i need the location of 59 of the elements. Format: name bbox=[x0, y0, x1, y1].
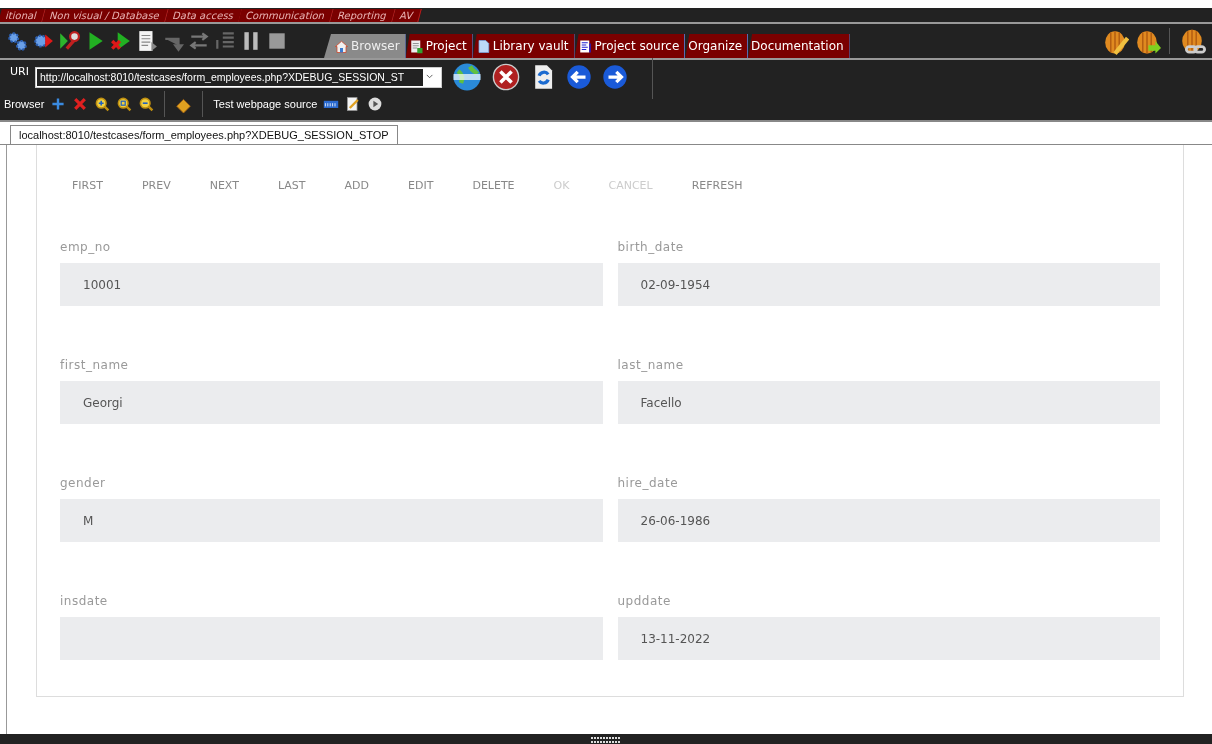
input-field[interactable]: 02-09-1954 bbox=[617, 263, 1160, 306]
close-icon[interactable] bbox=[72, 96, 89, 112]
play-icon[interactable] bbox=[367, 96, 384, 112]
view-tab[interactable]: Organize bbox=[685, 34, 749, 58]
toolbar-label: Browser bbox=[4, 98, 45, 110]
nav-button[interactable]: FIRST bbox=[56, 175, 119, 196]
field-label: birth_date bbox=[617, 240, 684, 254]
uri-label: URI bbox=[10, 65, 29, 78]
toolbar-label: Test webpage source bbox=[213, 98, 318, 110]
input-field[interactable]: Facello bbox=[617, 381, 1160, 424]
document-icon[interactable] bbox=[136, 30, 158, 52]
view-tab[interactable]: Project bbox=[405, 34, 473, 58]
field-label: gender bbox=[60, 476, 106, 490]
field-label: upddate bbox=[617, 594, 671, 608]
input-field[interactable]: Georgi bbox=[60, 381, 603, 424]
field-label: emp_no bbox=[60, 240, 111, 254]
gears-icon[interactable] bbox=[6, 30, 28, 52]
nav-button[interactable]: DELETE bbox=[456, 175, 531, 196]
palette-tab[interactable]: Communication bbox=[238, 9, 334, 22]
input-field[interactable]: 13-11-2022 bbox=[617, 617, 1160, 660]
nav-button[interactable]: ADD bbox=[328, 175, 385, 196]
add-icon[interactable] bbox=[50, 96, 67, 112]
stop-icon[interactable] bbox=[266, 30, 288, 52]
field-label: insdate bbox=[60, 594, 108, 608]
globe-icon[interactable] bbox=[451, 62, 482, 92]
resize-grip-icon[interactable] bbox=[591, 736, 621, 743]
nav-button[interactable]: PREV bbox=[125, 175, 187, 196]
back-icon[interactable] bbox=[565, 64, 592, 90]
uri-field[interactable]: http://localhost:8010/testcases/form_employees.php?XDEBUG_SESSION_ST bbox=[34, 66, 442, 88]
palette-tab[interactable]: Data access bbox=[164, 9, 243, 22]
forward-icon[interactable] bbox=[601, 64, 628, 90]
field-label: last_name bbox=[617, 358, 684, 372]
palette-tab[interactable]: AV bbox=[392, 9, 422, 22]
nav-button[interactable]: REFRESH bbox=[675, 175, 759, 196]
input-field[interactable]: 10001 bbox=[60, 263, 603, 306]
zoom-in-icon[interactable] bbox=[94, 96, 111, 112]
swap-arrows-icon[interactable] bbox=[188, 30, 210, 52]
view-tab[interactable]: Library vault bbox=[472, 34, 575, 58]
nav-button[interactable]: LAST bbox=[261, 175, 322, 196]
nav-button[interactable]: NEXT bbox=[193, 175, 255, 196]
page-icon bbox=[475, 38, 491, 54]
home-icon bbox=[334, 38, 349, 54]
input-field[interactable]: M bbox=[60, 499, 603, 542]
palette-tab[interactable]: Reporting bbox=[330, 9, 396, 22]
view-tab[interactable]: Project source bbox=[574, 34, 686, 58]
field-label: first_name bbox=[60, 358, 129, 372]
document-icon bbox=[408, 38, 424, 54]
palette-tab[interactable]: Non visual / Database bbox=[42, 9, 169, 22]
zoom-out-icon[interactable] bbox=[138, 96, 155, 112]
document-icon bbox=[577, 38, 593, 54]
palette-tab[interactable]: itional bbox=[0, 9, 46, 22]
view-tab[interactable]: Documentation bbox=[748, 34, 850, 58]
document-tab[interactable]: localhost:8010/testcases/form_employees.php?XDEBUG_SESSION_STOP bbox=[10, 125, 398, 144]
nav-button[interactable]: EDIT bbox=[392, 175, 450, 196]
field-label: hire_date bbox=[617, 476, 679, 490]
input-field[interactable]: 26-06-1986 bbox=[617, 499, 1160, 542]
cancel-icon[interactable] bbox=[491, 63, 520, 91]
zoom-fit-icon[interactable] bbox=[116, 96, 133, 112]
play-cross-icon[interactable] bbox=[110, 30, 132, 52]
